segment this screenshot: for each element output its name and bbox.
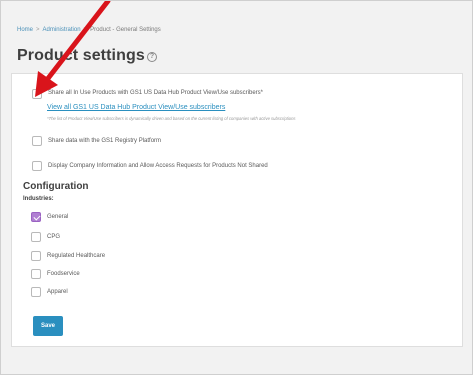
app-window: Home>Administration>Product - General Se…	[0, 0, 473, 375]
annotation-arrow-icon	[35, 1, 111, 97]
